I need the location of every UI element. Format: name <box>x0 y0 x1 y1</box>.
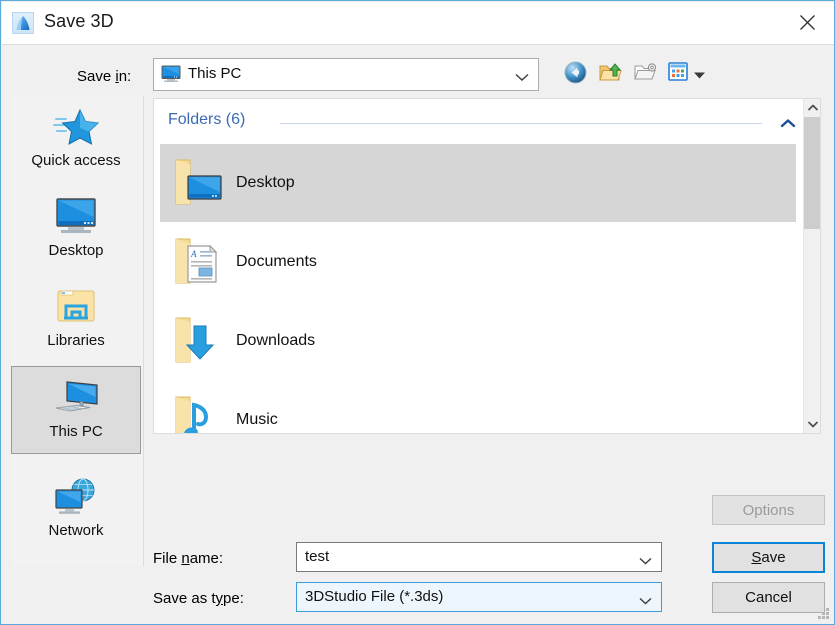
back-button[interactable] <box>561 61 589 89</box>
save-button[interactable]: Save <box>712 542 825 573</box>
table-row[interactable]: Downloads <box>160 302 796 380</box>
navigation-toolbar <box>561 59 721 91</box>
views-button[interactable] <box>666 61 706 89</box>
folder-documents-icon: A <box>160 233 236 291</box>
table-row[interactable]: Music <box>160 381 796 433</box>
options-button-label: Options <box>742 501 795 519</box>
scroll-up-button[interactable] <box>804 99 820 116</box>
file-name: Desktop <box>236 174 295 191</box>
sidebar-item-label: Quick access <box>31 152 121 169</box>
sidebar-item-label: This PC <box>49 423 103 440</box>
sidebar-item-network[interactable]: Network <box>11 466 141 554</box>
folder-up-arrow-icon <box>598 61 623 90</box>
places-bar: Quick access Desktop Libraries This PC N… <box>11 96 144 566</box>
cancel-button-label: Cancel <box>745 589 792 606</box>
folder-music-icon <box>160 391 236 433</box>
file-name-label: File name: <box>153 550 224 567</box>
file-name-input[interactable]: test <box>296 542 662 572</box>
save-as-type-value: 3DStudio File (*.3ds) <box>305 588 444 605</box>
folder-downloads-icon <box>160 312 236 370</box>
create-new-folder-button[interactable] <box>631 61 659 89</box>
sidebar-item-desktop[interactable]: Desktop <box>11 186 141 274</box>
this-pc-icon <box>50 375 102 421</box>
save-as-type-combobox[interactable]: 3DStudio File (*.3ds) <box>296 582 662 612</box>
sidebar-item-label: Network <box>48 522 104 539</box>
file-name-value: test <box>305 548 330 565</box>
title-bar: Save 3D <box>2 2 834 45</box>
chevron-down-icon[interactable] <box>639 552 652 570</box>
save-in-combobox[interactable]: This PC <box>153 58 539 91</box>
save-in-label: Save in: <box>77 68 132 85</box>
save-in-value: This PC <box>188 65 242 82</box>
sidebar-item-libraries[interactable]: Libraries <box>11 276 141 364</box>
scrollbar-thumb[interactable] <box>804 117 820 229</box>
network-globe-icon <box>51 474 101 520</box>
new-folder-gear-icon <box>633 61 658 89</box>
views-dropdown-arrow-icon[interactable] <box>693 66 705 84</box>
save-as-type-label: Save as type: <box>153 590 244 607</box>
close-button[interactable] <box>780 2 834 43</box>
resize-grip[interactable] <box>817 607 831 621</box>
monitor-icon <box>51 194 101 240</box>
folders-group-header: Folders (6) <box>168 111 804 133</box>
scroll-down-button[interactable] <box>804 416 820 433</box>
sidebar-item-label: Desktop <box>48 242 104 259</box>
window-title: Save 3D <box>44 11 114 31</box>
group-divider <box>280 123 762 124</box>
up-one-level-button[interactable] <box>596 61 624 89</box>
vertical-scrollbar[interactable] <box>803 99 820 433</box>
chevron-up-icon[interactable] <box>780 115 796 133</box>
save-3d-dialog: Save 3D Save in: This PC Quick access De… <box>0 0 835 625</box>
app-3d-icon <box>12 12 34 34</box>
options-button[interactable]: Options <box>712 495 825 525</box>
sidebar-item-label: Libraries <box>47 332 105 349</box>
sidebar-item-quick-access[interactable]: Quick access <box>11 96 141 184</box>
back-arrow-icon <box>563 60 588 90</box>
cancel-button[interactable]: Cancel <box>712 582 825 613</box>
table-row[interactable]: Desktop <box>160 144 796 222</box>
folder-desktop-icon <box>160 154 236 212</box>
svg-text:A: A <box>190 249 197 259</box>
monitor-icon <box>161 65 181 83</box>
sidebar-item-this-pc[interactable]: This PC <box>11 366 141 454</box>
group-title: Folders (6) <box>168 111 246 128</box>
chevron-down-icon[interactable] <box>515 69 529 87</box>
libraries-folder-icon <box>52 284 100 330</box>
file-list-pane: Folders (6) Desktop A Documents Download… <box>153 98 821 434</box>
table-row[interactable]: A Documents <box>160 223 796 301</box>
chevron-down-icon[interactable] <box>639 592 652 610</box>
star-icon <box>53 104 99 150</box>
save-button-label: Save <box>751 549 786 566</box>
file-name: Documents <box>236 253 317 270</box>
file-name: Music <box>236 411 278 428</box>
views-grid-icon <box>667 62 690 88</box>
file-name: Downloads <box>236 332 316 349</box>
